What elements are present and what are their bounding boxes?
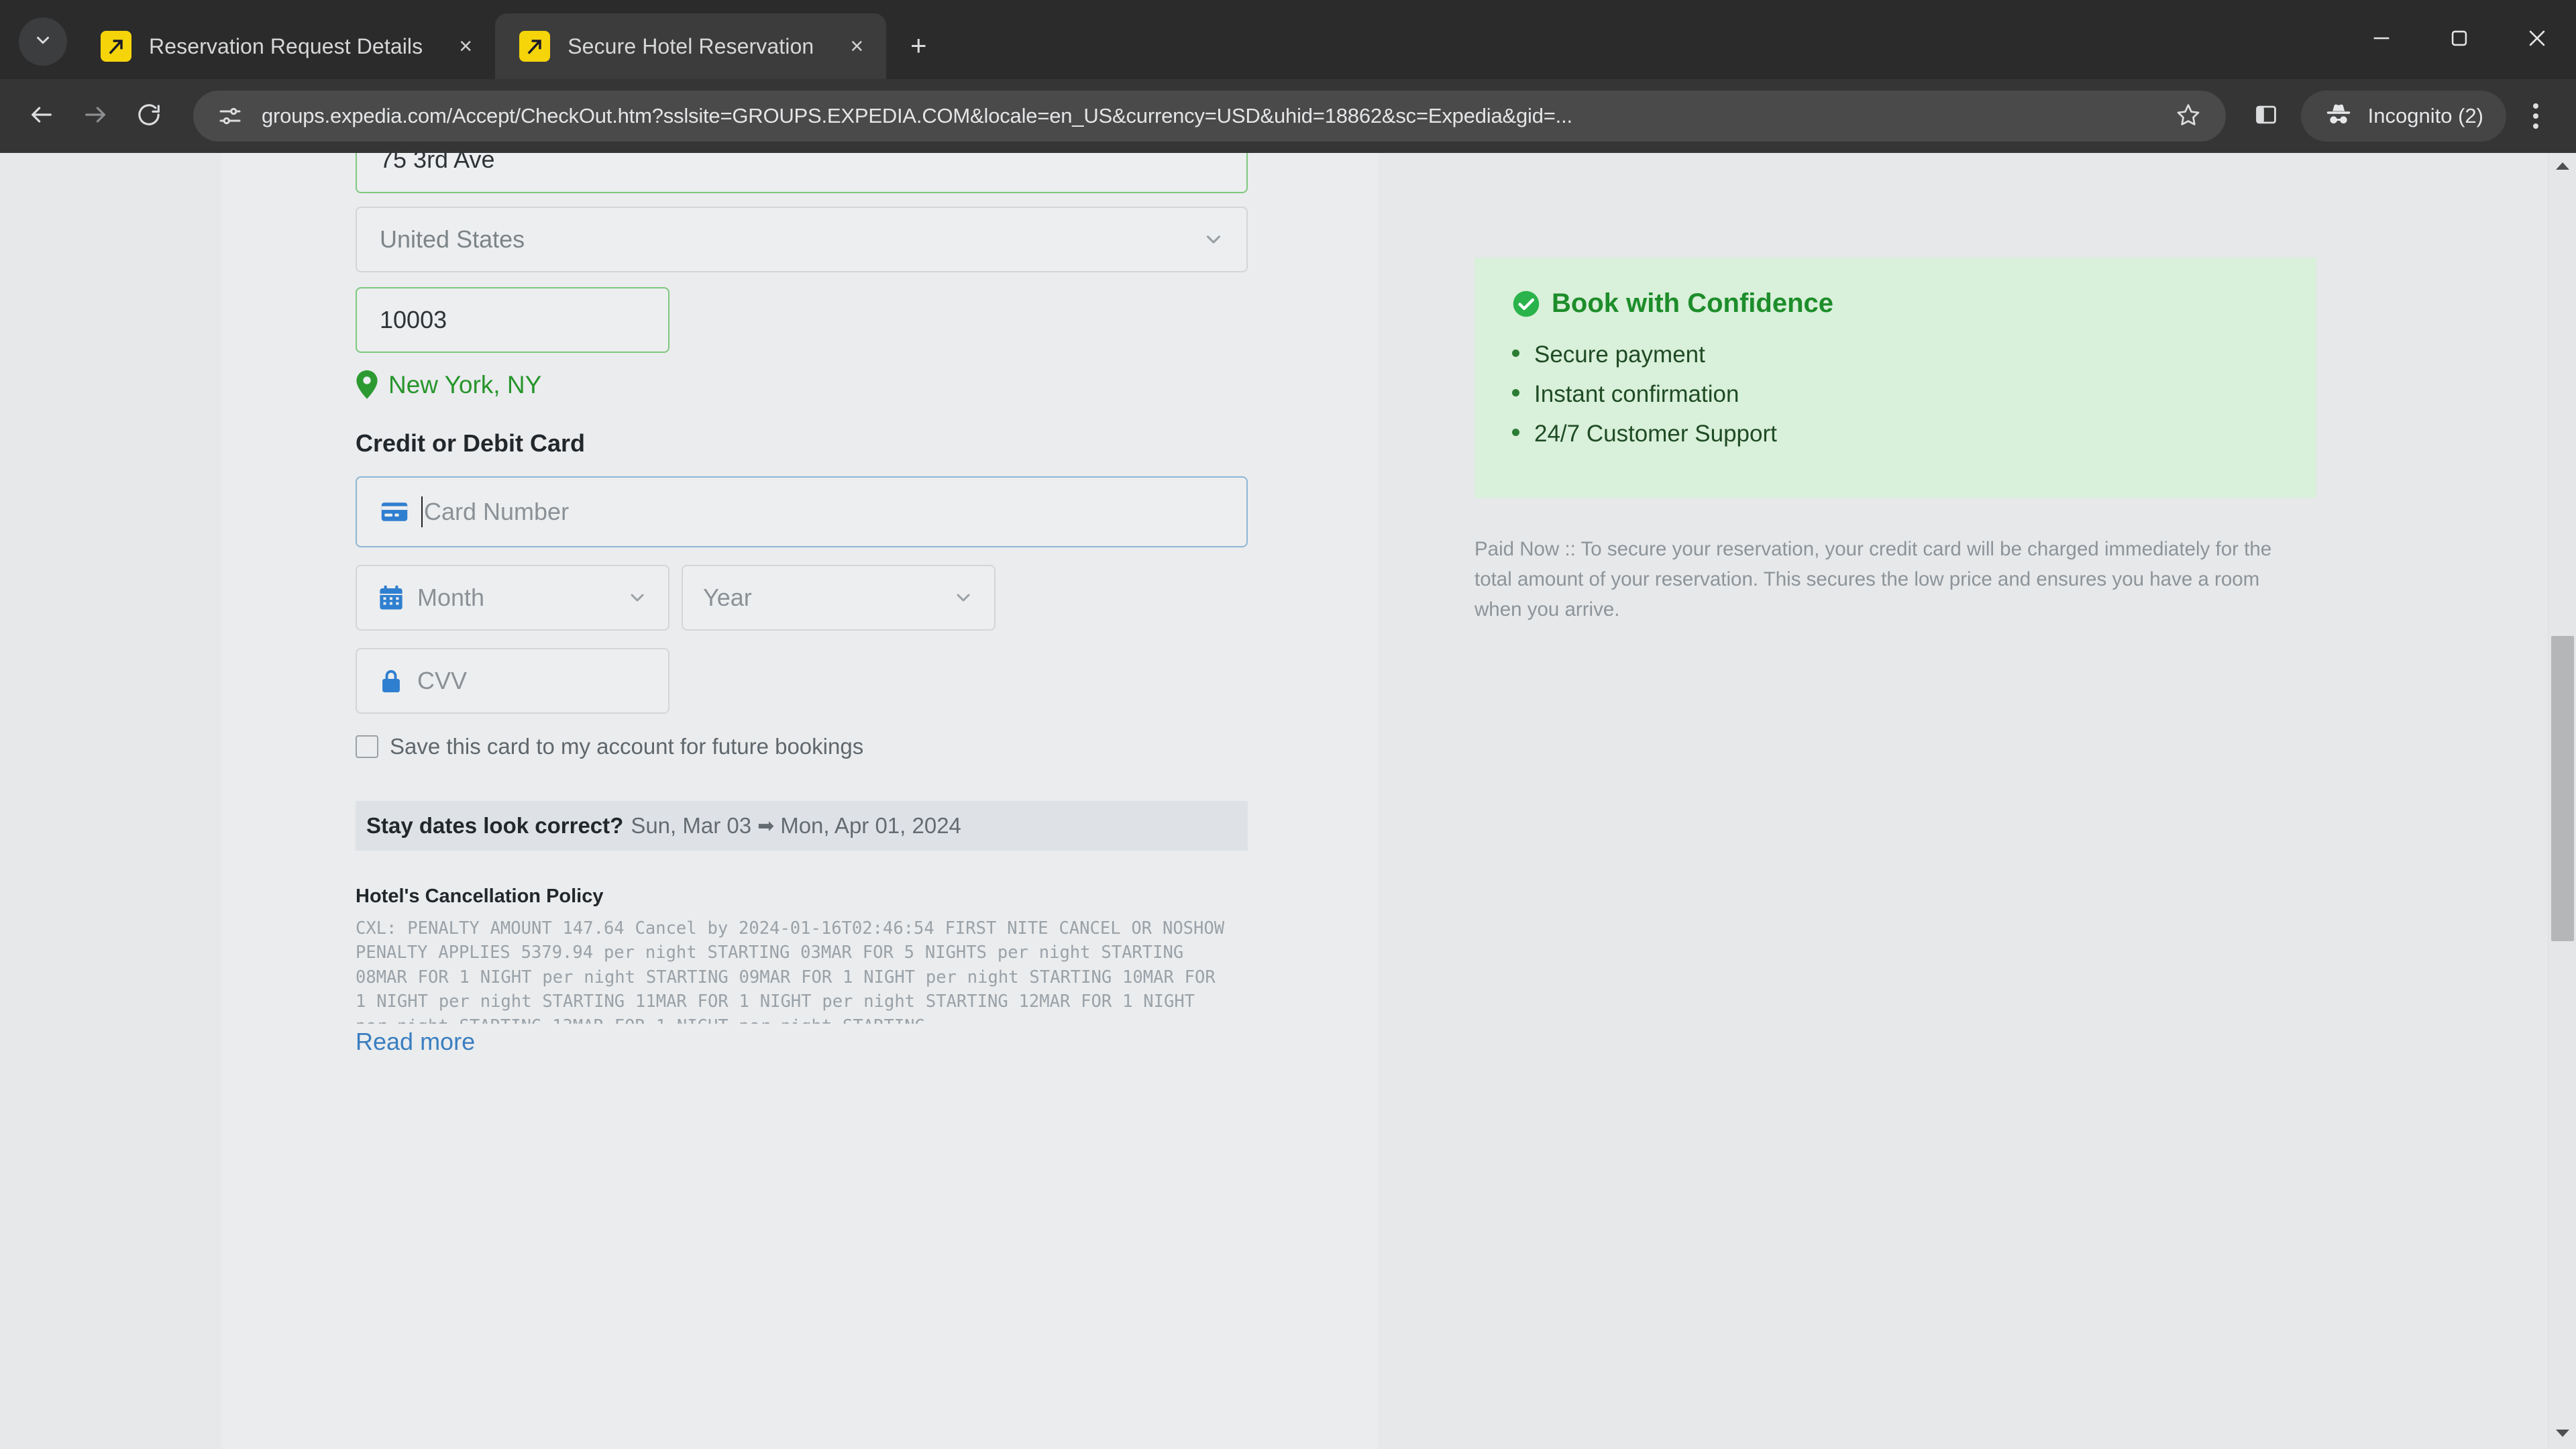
check-in-date: Sun, Mar 03 [631, 813, 752, 838]
list-item: Secure payment [1512, 341, 2279, 368]
bullet-dot-icon [1512, 389, 1519, 396]
address-input[interactable]: 75 3rd Ave [356, 153, 1248, 193]
back-button[interactable] [15, 89, 68, 143]
tab-close-button[interactable]: × [838, 28, 875, 65]
paid-now-disclaimer: Paid Now :: To secure your reservation, … [1474, 538, 2272, 621]
country-select-value: United States [380, 225, 525, 253]
tab-title: Secure Hotel Reservation [568, 34, 814, 58]
text-caret [421, 496, 423, 527]
chevron-down-icon [1202, 228, 1225, 251]
lock-icon [377, 667, 405, 695]
forward-arrow-icon [82, 101, 109, 131]
book-with-confidence-title-row: Book with Confidence [1512, 288, 2279, 319]
list-item-label: Instant confirmation [1534, 381, 1739, 407]
expiry-month-select[interactable]: Month [356, 565, 669, 631]
expiry-year-placeholder: Year [703, 584, 752, 611]
page-settings-icon[interactable] [216, 102, 244, 130]
tab-search-button[interactable] [19, 17, 67, 66]
zip-input[interactable]: 10003 [356, 287, 669, 353]
tab-reservation-request-details[interactable]: Reservation Request Details × [76, 13, 495, 79]
minimize-button[interactable] [2343, 0, 2420, 79]
page-scrollbar[interactable] [2548, 153, 2576, 1449]
window-controls [2343, 0, 2576, 79]
book-with-confidence-list: Secure payment Instant confirmation 24/7… [1512, 341, 2279, 447]
back-arrow-icon [28, 101, 55, 131]
page-viewport: 75 3rd Ave United States 10003 New York,… [0, 153, 2576, 1449]
cvv-input[interactable]: CVV [356, 648, 669, 714]
credit-card-section-heading: Credit or Debit Card [356, 429, 586, 457]
list-item: 24/7 Customer Support [1512, 421, 2279, 447]
chevron-up-icon [2555, 161, 2570, 174]
card-number-input[interactable]: Card Number [356, 476, 1248, 547]
book-with-confidence-box: Book with Confidence Secure payment Inst… [1474, 258, 2316, 498]
bookmark-button[interactable] [2171, 99, 2206, 133]
expiry-month-placeholder: Month [417, 584, 485, 611]
maximize-icon [2448, 27, 2471, 53]
stay-dates-question: Stay dates look correct? [366, 813, 624, 838]
reload-button[interactable] [122, 89, 176, 143]
expedia-arrow-icon [519, 31, 551, 62]
chevron-down-icon [953, 587, 974, 608]
tab-close-button[interactable]: × [447, 28, 484, 65]
close-window-button[interactable] [2498, 0, 2576, 79]
list-item-label: 24/7 Customer Support [1534, 421, 1777, 447]
book-with-confidence-title: Book with Confidence [1552, 288, 1833, 318]
tab-strip: Reservation Request Details × Secure Hot… [0, 0, 2576, 79]
new-tab-button[interactable]: + [897, 24, 940, 67]
save-card-label: Save this card to my account for future … [390, 734, 864, 759]
chevron-down-icon [33, 30, 53, 54]
bullet-dot-icon [1512, 350, 1519, 357]
incognito-label: Incognito (2) [2367, 104, 2483, 127]
chevron-down-icon [2555, 1429, 2570, 1442]
map-pin-icon [356, 370, 378, 400]
calendar-icon [377, 584, 405, 612]
side-panel-icon [2253, 102, 2279, 131]
cancellation-policy-heading: Hotel's Cancellation Policy [356, 885, 604, 907]
incognito-hat-icon [2324, 100, 2368, 133]
check-circle-icon [1512, 290, 1540, 318]
star-icon [2176, 102, 2201, 131]
reload-icon [136, 101, 162, 131]
side-panel-button[interactable] [2238, 88, 2294, 144]
chevron-down-icon [627, 587, 648, 608]
save-card-row[interactable]: Save this card to my account for future … [356, 734, 1248, 759]
tab-title: Reservation Request Details [149, 34, 423, 58]
maximize-button[interactable] [2420, 0, 2498, 79]
bullet-dot-icon [1512, 429, 1519, 436]
close-icon [2526, 27, 2548, 53]
cvv-placeholder: CVV [417, 667, 468, 694]
address-bar[interactable]: groups.expedia.com/Accept/CheckOut.htm?s… [193, 91, 2226, 142]
checkout-page: 75 3rd Ave United States 10003 New York,… [0, 153, 2548, 1449]
browser-window: Reservation Request Details × Secure Hot… [0, 0, 2576, 1449]
date-range-arrow-icon: ➡ [757, 814, 775, 837]
expedia-arrow-icon [101, 31, 131, 62]
incognito-indicator[interactable]: Incognito (2) [2300, 91, 2506, 142]
list-item-label: Secure payment [1534, 341, 1705, 368]
tab-secure-hotel-reservation[interactable]: Secure Hotel Reservation × [495, 13, 887, 79]
city-state-text: New York, NY [388, 371, 542, 398]
kebab-menu-icon [2533, 103, 2538, 109]
stay-dates-banner: Stay dates look correct? Sun, Mar 03 ➡ M… [356, 801, 1248, 851]
sidebar-column: Book with Confidence Secure payment Inst… [1474, 153, 2320, 625]
expiry-year-select[interactable]: Year [682, 565, 996, 631]
browser-menu-button[interactable] [2510, 88, 2561, 144]
cancellation-policy-text: CXL: PENALTY AMOUNT 147.64 Cancel by 202… [356, 918, 1225, 1024]
city-state-label: New York, NY [356, 370, 1248, 400]
forward-button[interactable] [68, 89, 122, 143]
scrollbar-thumb[interactable] [2551, 636, 2574, 941]
expiry-row: Month Year [356, 565, 1248, 631]
read-more-link[interactable]: Read more [356, 1028, 475, 1056]
save-card-checkbox[interactable] [356, 735, 378, 758]
country-select[interactable]: United States [356, 207, 1248, 272]
card-number-placeholder: Card Number [424, 498, 570, 525]
billing-and-payment-form: 75 3rd Ave United States 10003 New York,… [356, 153, 1248, 1056]
browser-toolbar: groups.expedia.com/Accept/CheckOut.htm?s… [0, 79, 2576, 153]
credit-card-icon [380, 497, 409, 527]
minimize-icon [2370, 27, 2393, 53]
url-text[interactable]: groups.expedia.com/Accept/CheckOut.htm?s… [262, 104, 2153, 128]
scroll-up-button[interactable] [2548, 153, 2576, 181]
scroll-down-button[interactable] [2548, 1421, 2576, 1449]
list-item: Instant confirmation [1512, 381, 2279, 408]
check-out-date: Mon, Apr 01, 2024 [780, 813, 961, 838]
